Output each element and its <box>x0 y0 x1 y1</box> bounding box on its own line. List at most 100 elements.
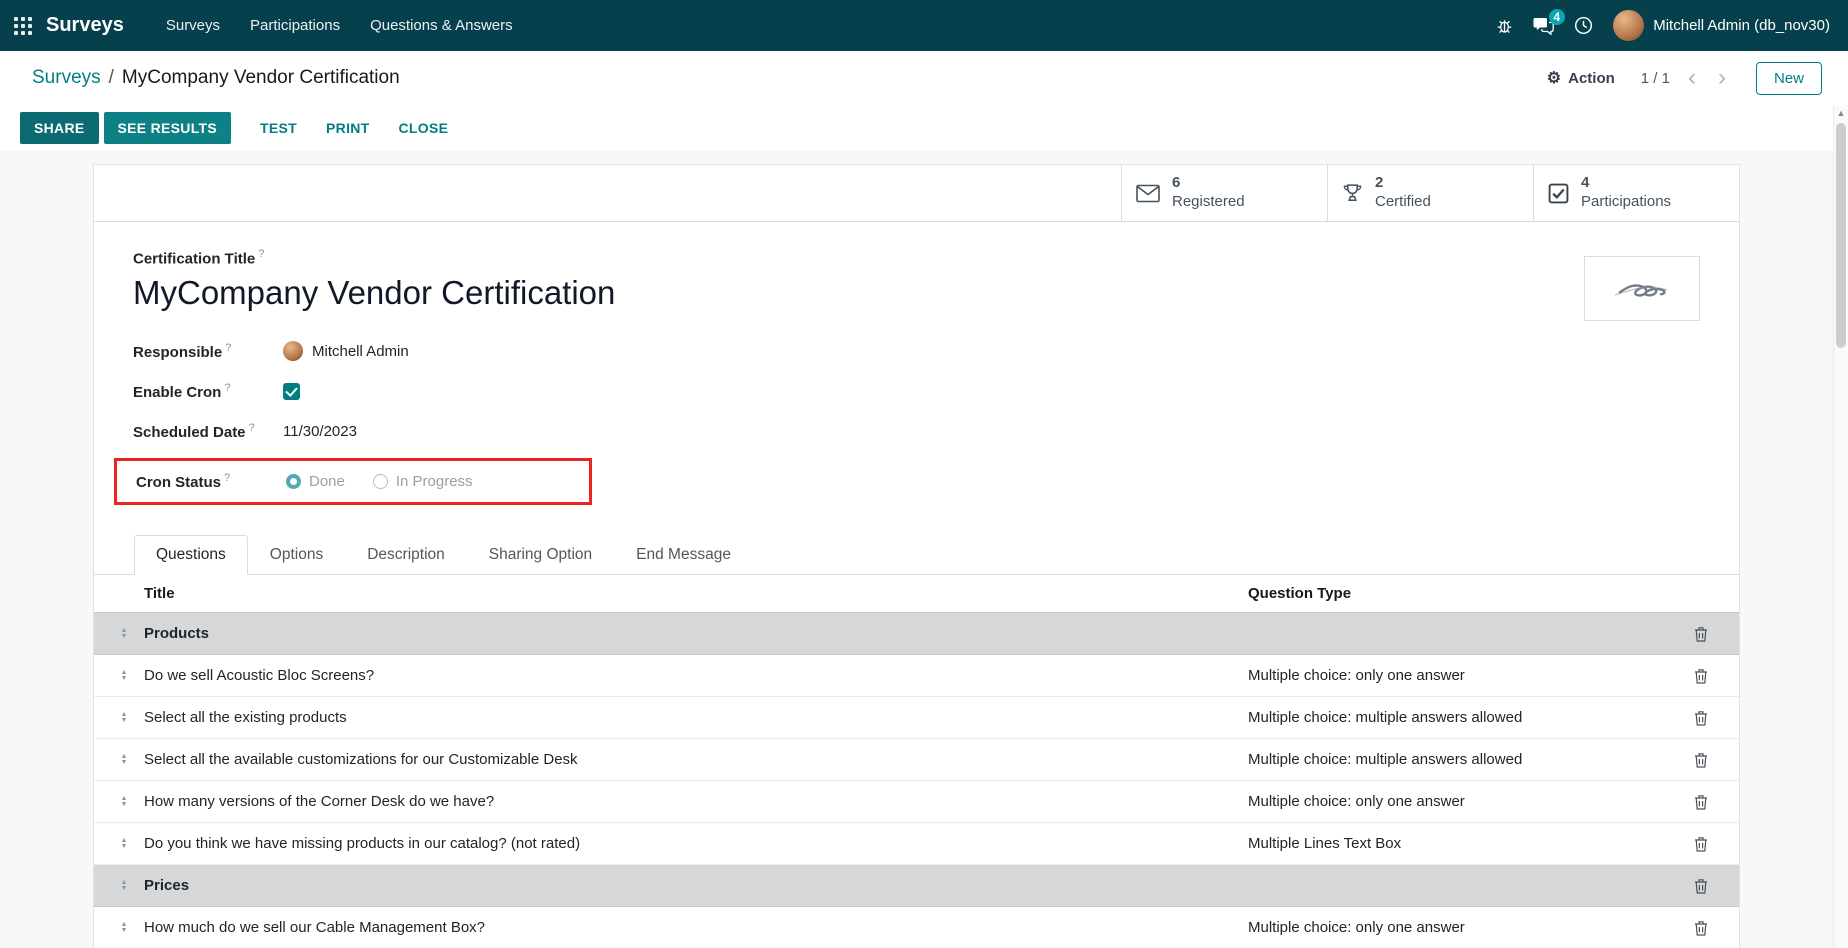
drag-handle-icon[interactable] <box>118 670 130 682</box>
scrollbar[interactable]: ▲ <box>1833 105 1848 948</box>
stat-button-participations[interactable]: 4 Participations <box>1533 165 1739 221</box>
main-menu: Surveys Participations Questions & Answe… <box>154 9 525 42</box>
debug-bug-icon[interactable] <box>1496 17 1513 34</box>
column-question-type: Question Type <box>1248 585 1673 602</box>
drag-handle-icon[interactable] <box>118 628 130 640</box>
print-button[interactable]: PRINT <box>326 120 370 136</box>
stat-value: 6 <box>1172 174 1245 193</box>
envelope-icon <box>1136 184 1160 203</box>
enable-cron-checkbox[interactable] <box>283 383 300 400</box>
apps-menu-icon[interactable] <box>14 17 32 35</box>
nav-item-questions-answers[interactable]: Questions & Answers <box>358 9 525 42</box>
messages-icon[interactable]: 4 <box>1533 17 1554 35</box>
breadcrumb-current: MyCompany Vendor Certification <box>122 67 400 89</box>
help-icon: ? <box>249 422 255 434</box>
navbar-right: 4 Mitchell Admin (db_nov30) <box>1496 10 1830 41</box>
stat-label: Certified <box>1375 193 1431 212</box>
cron-status-label: Cron Status? <box>136 472 286 491</box>
radio-done[interactable] <box>286 474 301 489</box>
app-brand[interactable]: Surveys <box>46 14 124 37</box>
action-menu-button[interactable]: ⚙ Action <box>1547 68 1615 88</box>
stat-value: 2 <box>1375 174 1431 193</box>
certification-badge-image[interactable] <box>1584 256 1700 321</box>
tab-end-message[interactable]: End Message <box>614 535 753 575</box>
stat-button-registered[interactable]: 6 Registered <box>1121 165 1327 221</box>
responsible-name: Mitchell Admin <box>312 343 409 360</box>
tab-description[interactable]: Description <box>345 535 467 575</box>
cron-status-option-done: Done <box>286 473 345 490</box>
user-menu[interactable]: Mitchell Admin (db_nov30) <box>1613 10 1830 41</box>
drag-handle-icon[interactable] <box>118 922 130 934</box>
trash-icon[interactable] <box>1681 752 1721 768</box>
questions-table: Title Question Type Products Do we sell … <box>94 575 1739 948</box>
test-button[interactable]: TEST <box>260 120 297 136</box>
cron-status-radio-group: Done In Progress <box>286 473 473 490</box>
tab-questions[interactable]: Questions <box>134 535 248 575</box>
trash-icon[interactable] <box>1681 920 1721 936</box>
drag-handle-icon[interactable] <box>118 754 130 766</box>
survey-title-field[interactable]: MyCompany Vendor Certification <box>133 274 1700 312</box>
table-row-question[interactable]: How much do we sell our Cable Management… <box>94 907 1739 948</box>
row-question-type: Multiple choice: multiple answers allowe… <box>1248 751 1673 768</box>
pager-previous-button[interactable]: ‹ <box>1684 70 1700 86</box>
row-title: Select all the available customizations … <box>144 751 1240 768</box>
trash-icon[interactable] <box>1681 626 1721 642</box>
help-icon: ? <box>225 342 231 354</box>
drag-handle-icon[interactable] <box>118 796 130 808</box>
scrollbar-up-arrow[interactable]: ▲ <box>1834 105 1848 118</box>
pager: 1 / 1 ‹ › <box>1641 70 1730 87</box>
form-sheet: 6 Registered 2 Certified <box>93 164 1740 948</box>
pager-next-button[interactable]: › <box>1714 70 1730 86</box>
responsible-row: Responsible? Mitchell Admin <box>133 338 1700 364</box>
trash-icon[interactable] <box>1681 836 1721 852</box>
row-question-type: Multiple choice: only one answer <box>1248 919 1673 936</box>
scheduled-date-row: Scheduled Date? 11/30/2023 <box>133 418 1700 444</box>
drag-handle-icon[interactable] <box>118 712 130 724</box>
gear-icon: ⚙ <box>1547 68 1561 88</box>
trash-icon[interactable] <box>1681 668 1721 684</box>
drag-handle-icon[interactable] <box>118 838 130 850</box>
column-title: Title <box>144 585 1240 602</box>
row-title: Select all the existing products <box>144 709 1240 726</box>
trash-icon[interactable] <box>1681 710 1721 726</box>
trash-icon[interactable] <box>1681 878 1721 894</box>
enable-cron-label: Enable Cron? <box>133 382 283 401</box>
row-title: Do we sell Acoustic Bloc Screens? <box>144 667 1240 684</box>
scrollbar-thumb[interactable] <box>1836 123 1846 348</box>
nav-item-surveys[interactable]: Surveys <box>154 9 232 42</box>
cron-status-annotation-box: Cron Status? Done In Progress <box>114 458 592 505</box>
activities-clock-icon[interactable] <box>1574 16 1593 35</box>
breadcrumb-separator: / <box>109 67 114 89</box>
table-row-section[interactable]: Products <box>94 613 1739 655</box>
trash-icon[interactable] <box>1681 794 1721 810</box>
drag-handle-icon[interactable] <box>118 880 130 892</box>
responsible-field[interactable]: Mitchell Admin <box>283 341 409 361</box>
close-button[interactable]: CLOSE <box>399 120 449 136</box>
responsible-avatar <box>283 341 303 361</box>
stat-label: Registered <box>1172 193 1245 212</box>
see-results-button[interactable]: SEE RESULTS <box>104 112 232 144</box>
row-question-type: Multiple choice: only one answer <box>1248 667 1673 684</box>
new-button[interactable]: New <box>1756 62 1822 95</box>
messages-count-badge: 4 <box>1549 9 1566 25</box>
table-row-section[interactable]: Prices <box>94 865 1739 907</box>
table-row-question[interactable]: Do you think we have missing products in… <box>94 823 1739 865</box>
share-button[interactable]: SHARE <box>20 112 99 144</box>
content-area: 6 Registered 2 Certified <box>0 151 1833 948</box>
nav-item-participations[interactable]: Participations <box>238 9 352 42</box>
table-row-question[interactable]: How many versions of the Corner Desk do … <box>94 781 1739 823</box>
stat-button-certified[interactable]: 2 Certified <box>1327 165 1533 221</box>
tab-sharing-option[interactable]: Sharing Option <box>467 535 614 575</box>
breadcrumb-surveys-link[interactable]: Surveys <box>32 67 101 89</box>
radio-in-progress[interactable] <box>373 474 388 489</box>
check-square-icon <box>1548 183 1569 204</box>
user-avatar <box>1613 10 1644 41</box>
control-panel-right: ⚙ Action 1 / 1 ‹ › New <box>1547 62 1822 95</box>
table-row-question[interactable]: Select all the available customizations … <box>94 739 1739 781</box>
table-row-question[interactable]: Do we sell Acoustic Bloc Screens? Multip… <box>94 655 1739 697</box>
page: Surveys Surveys Participations Questions… <box>0 0 1848 948</box>
table-row-question[interactable]: Select all the existing products Multipl… <box>94 697 1739 739</box>
scheduled-date-field[interactable]: 11/30/2023 <box>283 423 357 440</box>
tab-options[interactable]: Options <box>248 535 345 575</box>
row-title: Prices <box>144 877 1240 894</box>
